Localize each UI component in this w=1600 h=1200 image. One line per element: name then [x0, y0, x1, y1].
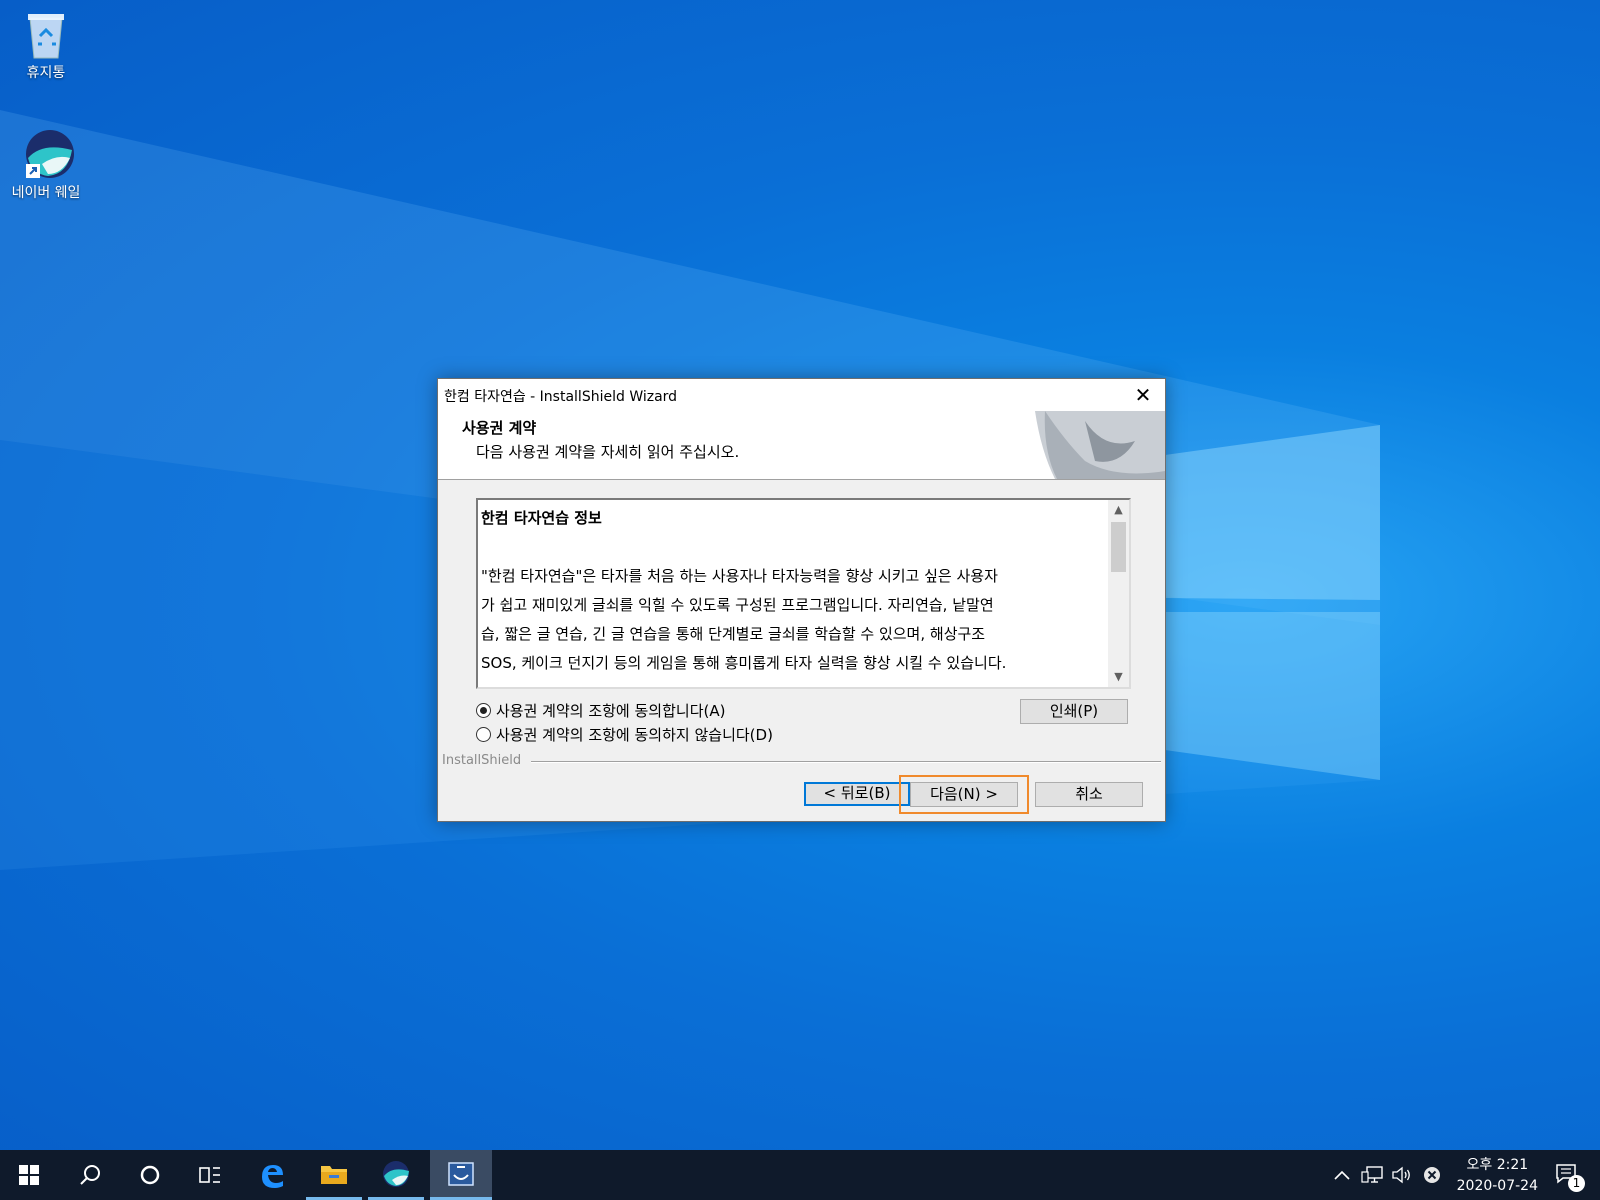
file-explorer-icon[interactable]: [306, 1150, 362, 1200]
desktop-icon-whale[interactable]: 네이버 웨일: [1, 128, 91, 202]
scroll-thumb[interactable]: [1111, 522, 1126, 572]
divider: [531, 761, 1161, 763]
cancel-button[interactable]: 취소: [1035, 782, 1143, 807]
radio-decline-indicator[interactable]: [476, 727, 491, 742]
license-text-box[interactable]: 한컴 타자연습 정보 "한컴 타자연습"은 타자를 처음 하는 사용자나 타자능…: [476, 498, 1131, 689]
whale-browser-icon: [22, 128, 74, 180]
scroll-up-icon[interactable]: ▲: [1108, 500, 1129, 520]
taskbar: 오후 2:21 2020-07-24 1: [0, 1150, 1600, 1200]
installshield-dialog: 한컴 타자연습 - InstallShield Wizard ✕ 사용권 계약 …: [437, 378, 1166, 822]
window-title: 한컴 타자연습 - InstallShield Wizard: [444, 389, 678, 405]
task-view-icon[interactable]: [182, 1150, 238, 1200]
clock-time: 오후 2:21: [1466, 1157, 1529, 1173]
notification-center-icon[interactable]: 1: [1548, 1150, 1588, 1200]
radio-accept-indicator[interactable]: [476, 703, 491, 718]
start-icon[interactable]: [0, 1150, 58, 1200]
wizard-header: 사용권 계약 다음 사용권 계약을 자세히 읽어 주십시오.: [438, 411, 1165, 480]
license-line: "한컴 타자연습"은 타자를 처음 하는 사용자나 타자능력을 향상 시키고 싶…: [481, 567, 998, 585]
radio-decline[interactable]: 사용권 계약의 조항에 동의하지 않습니다(D): [476, 724, 773, 745]
close-icon[interactable]: ✕: [1121, 379, 1165, 411]
clock-date: 2020-07-24: [1456, 1178, 1538, 1194]
radio-decline-label: 사용권 계약의 조항에 동의하지 않습니다(D): [496, 726, 773, 744]
search-icon[interactable]: [62, 1150, 118, 1200]
vertical-scrollbar[interactable]: ▲ ▼: [1108, 500, 1129, 687]
desktop-icon-label: 네이버 웨일: [11, 185, 81, 201]
header-subtitle: 다음 사용권 계약을 자세히 읽어 주십시오.: [476, 443, 740, 461]
desktop-icon-label: 휴지통: [26, 65, 66, 81]
recycle-bin-icon: [22, 8, 70, 60]
radio-accept[interactable]: 사용권 계약의 조항에 동의합니다(A): [476, 700, 725, 721]
license-line: 가 쉽고 재미있게 글쇠를 익힐 수 있도록 구성된 프로그램입니다. 자리연습…: [481, 596, 994, 614]
title-bar[interactable]: 한컴 타자연습 - InstallShield Wizard ✕: [438, 379, 1165, 411]
wizard-banner-graphic: [1035, 411, 1165, 479]
license-line: SOS, 케이크 던지기 등의 게임을 통해 흥미롭게 타자 실력을 향상 시킬…: [481, 654, 1007, 672]
back-button[interactable]: < 뒤로(B): [804, 782, 910, 806]
volume-icon[interactable]: [1388, 1150, 1416, 1200]
print-button[interactable]: 인쇄(P): [1020, 699, 1128, 724]
header-title: 사용권 계약: [462, 419, 537, 437]
error-icon[interactable]: [1418, 1150, 1446, 1200]
scroll-down-icon[interactable]: ▼: [1108, 667, 1129, 687]
radio-accept-label: 사용권 계약의 조항에 동의합니다(A): [496, 702, 726, 720]
whale-browser-icon[interactable]: [368, 1150, 424, 1200]
installshield-label: InstallShield: [442, 753, 522, 768]
license-line: 습, 짧은 글 연습, 긴 글 연습을 통해 단계별로 글쇠를 학습할 수 있으…: [481, 625, 986, 643]
installer-icon[interactable]: [430, 1150, 492, 1200]
desktop-icon-recycle-bin[interactable]: 휴지통: [1, 8, 91, 82]
taskbar-clock[interactable]: 오후 2:21 2020-07-24: [1457, 1155, 1538, 1197]
chevron-up-icon[interactable]: [1328, 1150, 1356, 1200]
cortana-icon[interactable]: [122, 1150, 178, 1200]
license-title: 한컴 타자연습 정보: [481, 509, 602, 527]
notification-count-badge: 1: [1568, 1175, 1585, 1192]
edge-icon[interactable]: [244, 1150, 300, 1200]
next-button-highlight: [899, 775, 1029, 814]
network-icon[interactable]: [1358, 1150, 1386, 1200]
